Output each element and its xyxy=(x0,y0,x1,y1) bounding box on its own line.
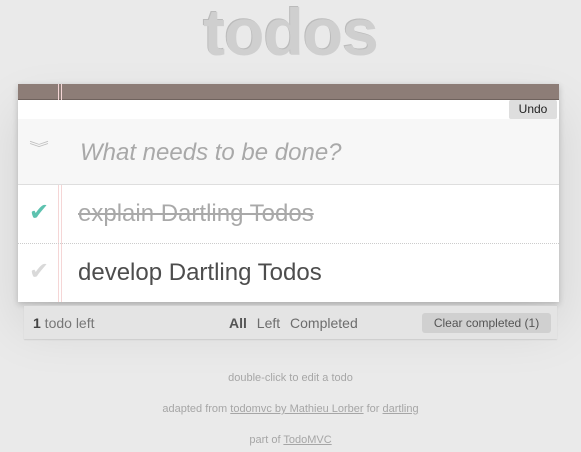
checkmark-icon[interactable]: ✔ xyxy=(28,258,50,284)
info-edit-hint: double-click to edit a todo xyxy=(228,372,353,384)
new-todo-row: ︾ xyxy=(18,119,559,186)
todomvc-author-link[interactable]: todomvc by Mathieu Lorber xyxy=(230,403,363,415)
undo-row: Undo xyxy=(18,100,559,119)
info-part-of: part of TodoMVC xyxy=(249,434,332,446)
dartling-link[interactable]: dartling xyxy=(383,403,419,415)
filters: All Left Completed xyxy=(229,315,364,331)
todo-item[interactable]: ✔ explain Dartling Todos xyxy=(18,185,559,244)
todo-footer: 1 todo left All Left Completed Clear com… xyxy=(24,305,557,339)
todo-count: 1 todo left xyxy=(33,315,95,331)
todomvc-link[interactable]: TodoMVC xyxy=(283,434,331,446)
filter-left[interactable]: Left xyxy=(257,315,280,331)
todo-app: Undo ︾ ✔ explain Dartling Todos ✔ develo… xyxy=(18,84,559,302)
todo-label[interactable]: explain Dartling Todos xyxy=(78,200,314,228)
chevron-double-down-icon[interactable]: ︾ xyxy=(29,141,49,155)
todo-label[interactable]: develop Dartling Todos xyxy=(78,259,322,287)
undo-button[interactable]: Undo xyxy=(509,100,557,119)
filter-all[interactable]: All xyxy=(229,315,247,331)
checkmark-icon[interactable]: ✔ xyxy=(28,199,50,225)
clear-completed-button[interactable]: Clear completed (1) xyxy=(422,313,551,333)
filter-completed[interactable]: Completed xyxy=(290,315,358,331)
todo-item[interactable]: ✔ develop Dartling Todos xyxy=(18,244,559,302)
top-bar xyxy=(18,84,559,100)
app-title: todos xyxy=(203,0,379,69)
info-credits: adapted from todomvc by Mathieu Lorber f… xyxy=(162,403,419,415)
new-todo-input[interactable] xyxy=(78,119,552,186)
